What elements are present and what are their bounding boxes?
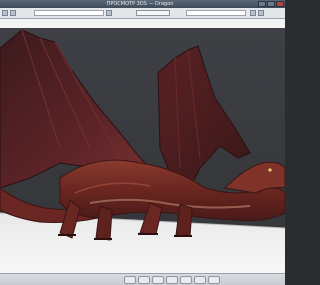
eye — [268, 168, 272, 172]
minimize-button[interactable] — [258, 1, 266, 7]
app-icon[interactable] — [138, 276, 150, 284]
forward-icon[interactable] — [10, 10, 16, 16]
app-icon[interactable] — [166, 276, 178, 284]
app-icon[interactable] — [180, 276, 192, 284]
refresh-icon[interactable] — [258, 10, 264, 16]
back-icon[interactable] — [2, 10, 8, 16]
app-window: ПРОСМОТР 3DS — Dragon — [0, 0, 285, 285]
app-icon[interactable] — [208, 276, 220, 284]
search-icon[interactable] — [106, 10, 112, 16]
folder-icon[interactable] — [124, 276, 136, 284]
search-input[interactable] — [34, 10, 104, 16]
app-icon[interactable] — [194, 276, 206, 284]
secondary-field[interactable] — [186, 10, 246, 16]
3d-viewport[interactable] — [0, 28, 285, 285]
title-bar: ПРОСМОТР 3DS — Dragon — [0, 0, 285, 8]
taskbar — [0, 273, 285, 285]
window-controls — [258, 1, 284, 7]
toolbar — [0, 8, 285, 19]
file-path[interactable] — [34, 20, 234, 27]
close-button[interactable] — [276, 1, 284, 7]
settings-icon[interactable] — [250, 10, 256, 16]
app-icon[interactable] — [152, 276, 164, 284]
toolbar-button[interactable] — [136, 10, 170, 16]
maximize-button[interactable] — [267, 1, 275, 7]
window-title: ПРОСМОТР 3DS — Dragon — [106, 1, 174, 7]
dragon-model-render — [0, 29, 285, 285]
right-wing — [157, 45, 251, 189]
